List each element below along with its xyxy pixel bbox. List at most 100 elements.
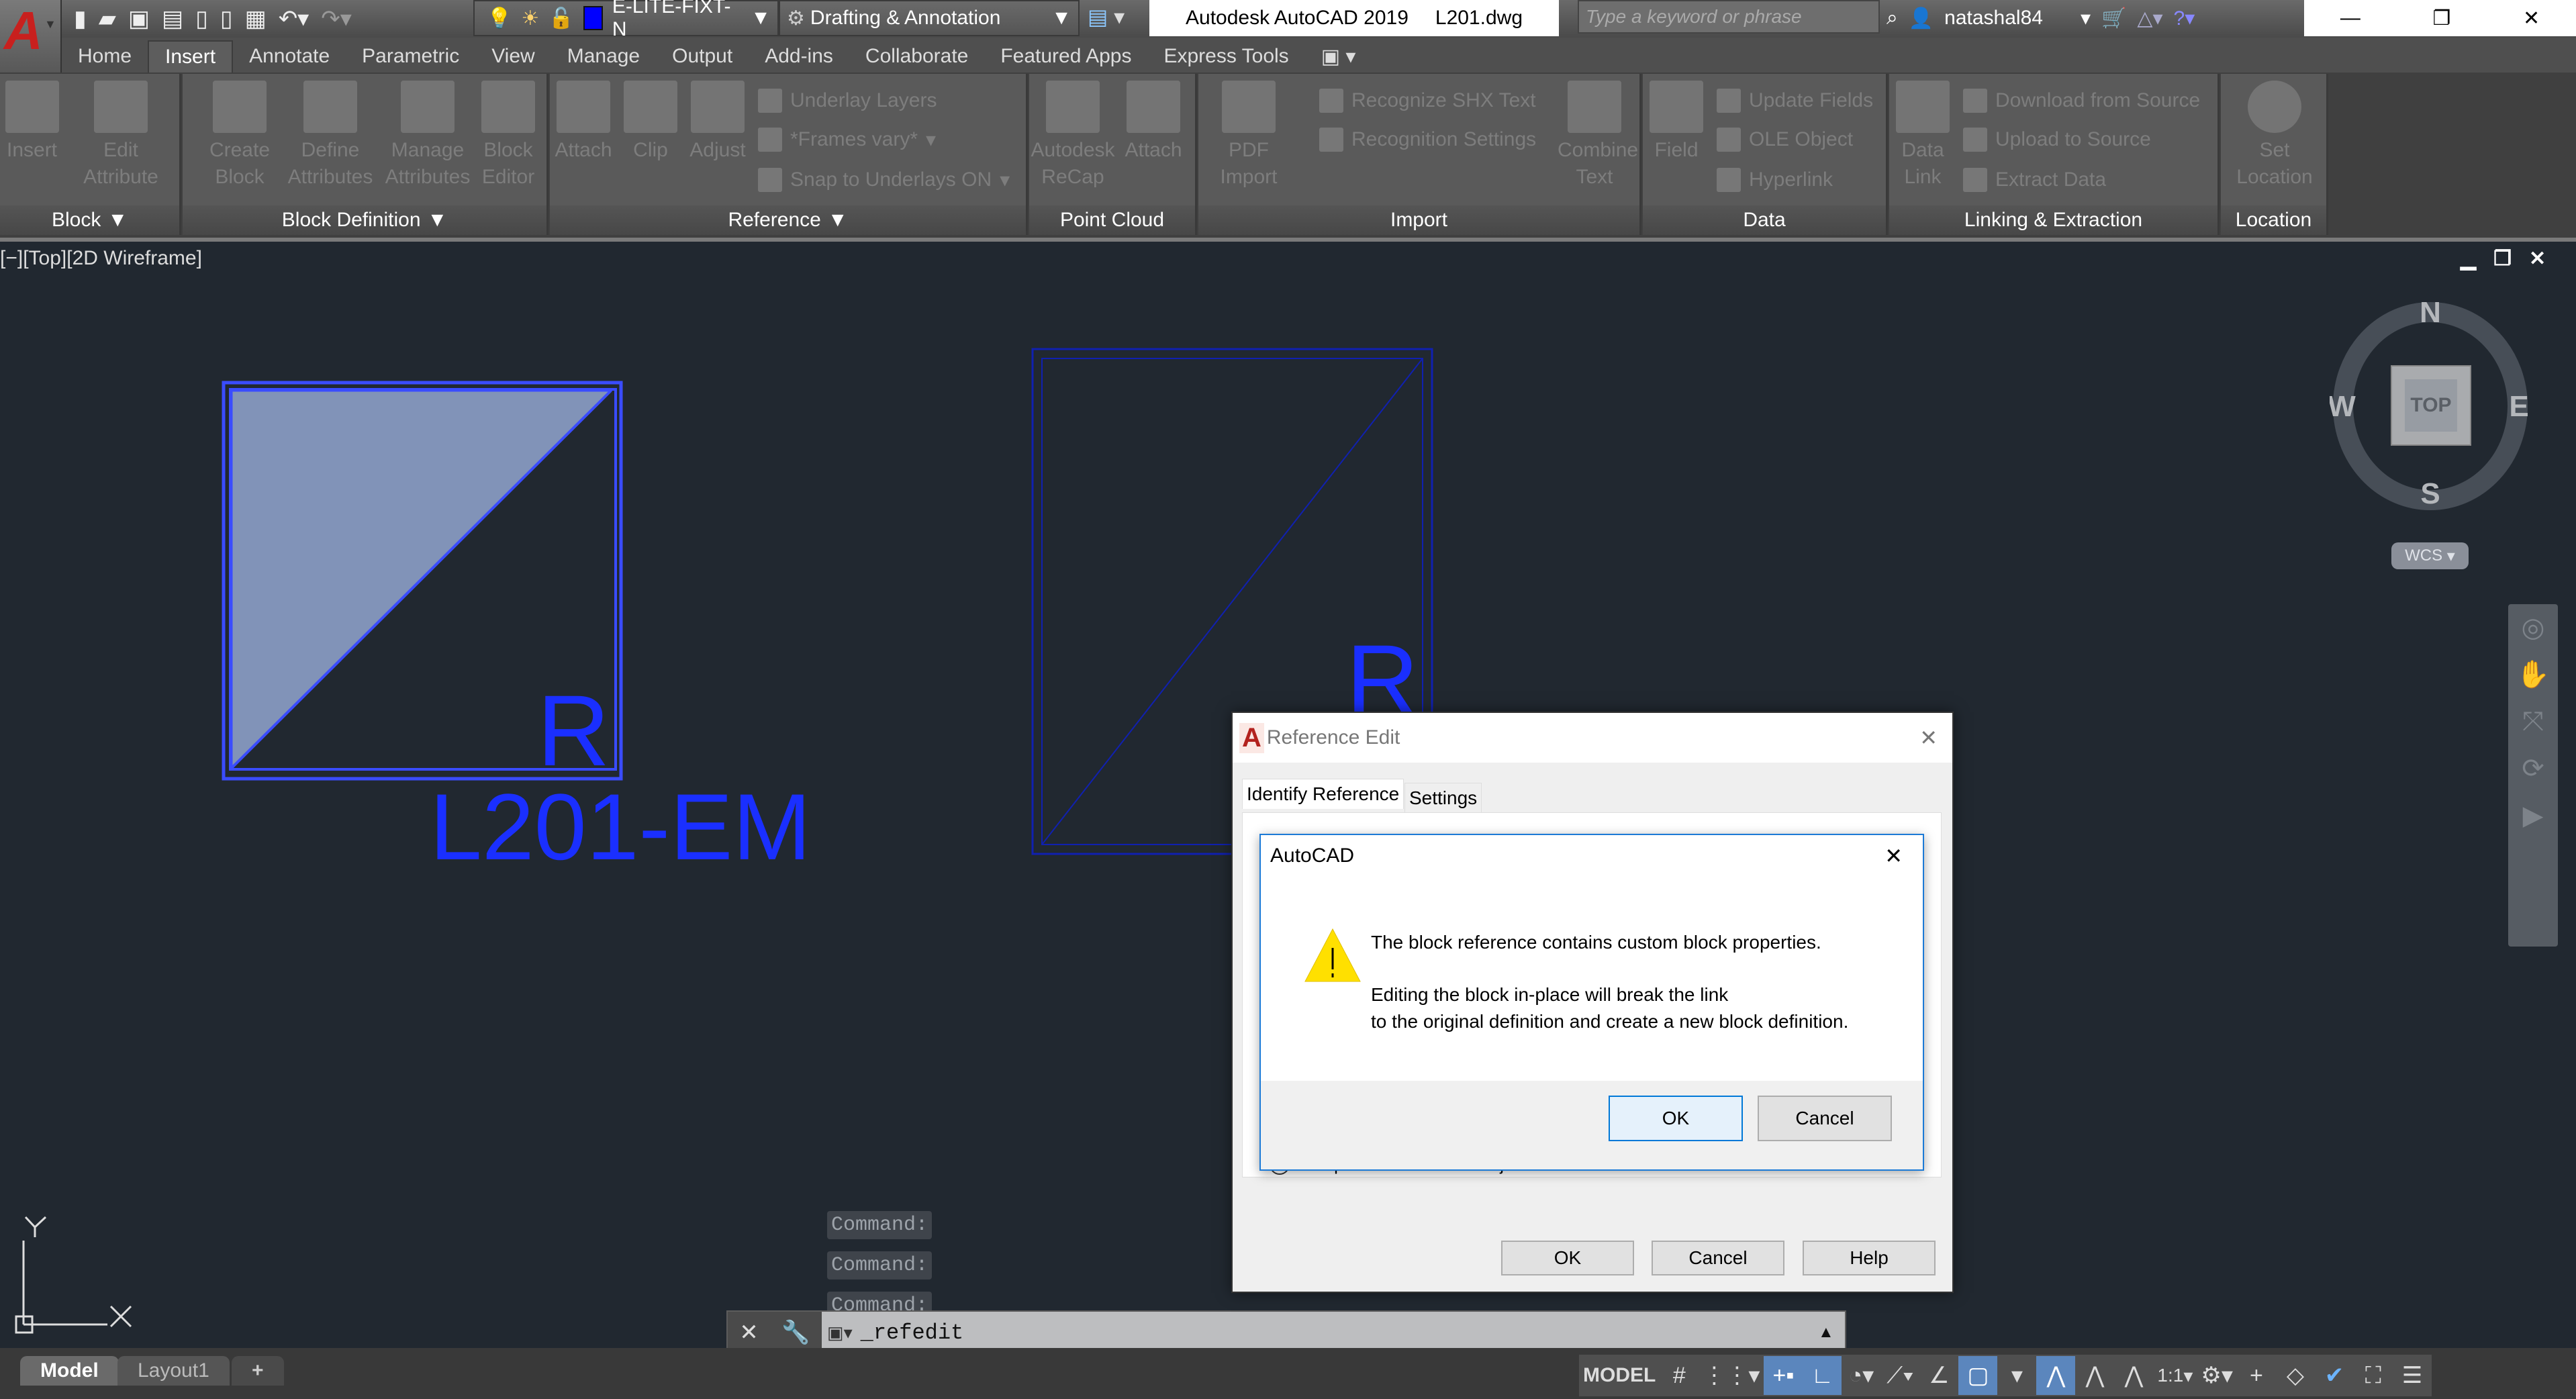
viewport-close-icon[interactable]: ✕	[2529, 247, 2546, 271]
object-snap-dropdown-icon[interactable]: ▾	[1997, 1356, 2036, 1395]
viewport-controls-label[interactable]: [−][Top][2D Wireframe]	[0, 247, 202, 270]
autodesk-recap-button[interactable]: Autodesk ReCap	[1029, 81, 1116, 191]
frames-dropdown[interactable]: *Frames vary* ▾	[758, 128, 936, 152]
extract-data-button[interactable]: Extract Data	[1963, 168, 2106, 192]
showmotion-icon[interactable]: ▶	[2508, 792, 2558, 839]
open-file-icon[interactable]: ▰	[99, 5, 116, 32]
compass-south[interactable]: S	[2420, 477, 2440, 510]
ucs-menu[interactable]: WCS ▾	[2391, 542, 2469, 569]
plot-icon[interactable]: ▦	[245, 5, 267, 32]
object-snap-icon[interactable]: ▢	[1958, 1356, 1998, 1395]
tab-annotate[interactable]: Annotate	[233, 40, 346, 73]
annotation-scale-dropdown[interactable]: 1:1 ▾	[2153, 1356, 2197, 1395]
hyperlink-button[interactable]: Hyperlink	[1717, 168, 1833, 192]
block-editor-button[interactable]: Block Editor	[478, 81, 538, 191]
viewport-restore-icon[interactable]: ❐	[2493, 247, 2512, 271]
tab-express-tools[interactable]: Express Tools	[1147, 40, 1304, 73]
isometric-icon[interactable]: ⟋▾	[1880, 1356, 1919, 1395]
command-history-toggle-icon[interactable]: ▲	[1818, 1323, 1845, 1342]
close-icon[interactable]: ✕	[1885, 843, 1903, 869]
save-icon[interactable]: ▣	[128, 5, 150, 32]
model-space-toggle[interactable]: MODEL	[1579, 1356, 1660, 1395]
help-button[interactable]: Help	[1803, 1241, 1936, 1275]
cancel-button[interactable]: Cancel	[1652, 1241, 1784, 1275]
viewcube[interactable]: TOP N S E W	[2328, 295, 2531, 510]
compass-north[interactable]: N	[2420, 296, 2441, 329]
tab-settings[interactable]: Settings	[1404, 783, 1482, 814]
application-menu-button[interactable]: A ▼	[0, 0, 62, 79]
tab-addins[interactable]: Add-ins	[749, 40, 849, 73]
close-icon[interactable]: ✕	[2523, 7, 2540, 30]
close-icon[interactable]: ✕	[1919, 725, 1938, 751]
object-snap-tracking-icon[interactable]: ∠	[1919, 1356, 1958, 1395]
customize-wrench-icon[interactable]: 🔧	[781, 1319, 810, 1346]
create-block-button[interactable]: Create Block	[203, 81, 277, 191]
recognize-shx-text-button[interactable]: Recognize SHX Text	[1319, 89, 1536, 113]
attach-button[interactable]: Attach	[550, 81, 617, 164]
tab-parametric[interactable]: Parametric	[346, 40, 475, 73]
save-as-icon[interactable]: ▤	[162, 5, 183, 32]
combine-text-button[interactable]: Combine Text	[1558, 81, 1638, 191]
tab-collaborate[interactable]: Collaborate	[849, 40, 984, 73]
ortho-icon[interactable]: ∟	[1803, 1356, 1842, 1395]
layout-tab-model[interactable]: Model	[20, 1356, 119, 1386]
customization-menu-icon[interactable]: ☰	[2393, 1356, 2432, 1395]
restore-icon[interactable]: ❐	[2432, 7, 2450, 30]
new-file-icon[interactable]: ▮	[74, 5, 87, 32]
workspace-dropdown[interactable]: ⚙ Drafting & Annotation ▼	[779, 0, 1080, 36]
panel-title-reference[interactable]: Reference ▼	[550, 205, 1026, 235]
set-location-button[interactable]: Set Location	[2228, 81, 2322, 191]
orbit-icon[interactable]: ⟳	[2508, 745, 2558, 792]
steering-wheel-icon[interactable]: ◎	[2508, 604, 2558, 651]
annotation-monitor-icon[interactable]: +	[2237, 1356, 2276, 1395]
workspace-gear-icon[interactable]: ⚙▾	[2197, 1356, 2237, 1395]
cart-icon[interactable]: 🛒	[2101, 7, 2126, 30]
tab-featured-apps[interactable]: Featured Apps	[984, 40, 1147, 73]
tab-insert[interactable]: Insert	[148, 40, 234, 73]
layout-tab-layout1[interactable]: Layout1	[117, 1356, 230, 1386]
compass-west[interactable]: W	[2328, 390, 2356, 423]
command-prompt-icon[interactable]: ▣▾	[822, 1322, 853, 1343]
unlock-icon[interactable]: 🔓	[548, 7, 573, 30]
ribbon-minimize-icon[interactable]: ▣ ▾	[1305, 40, 1372, 73]
tab-manage[interactable]: Manage	[551, 40, 656, 73]
minimize-icon[interactable]: —	[2340, 7, 2360, 30]
auto-scale-icon[interactable]: ⋀	[2075, 1356, 2114, 1395]
sun-icon[interactable]: ☀	[521, 7, 539, 30]
infer-constraints-icon[interactable]: +▪	[1764, 1356, 1803, 1395]
compass-east[interactable]: E	[2509, 390, 2528, 423]
pan-hand-icon[interactable]: ✋	[2508, 651, 2558, 698]
redo-icon[interactable]: ↷▾	[321, 5, 352, 32]
snap-underlays-dropdown[interactable]: Snap to Underlays ON ▾	[758, 168, 1010, 192]
isolate-objects-icon[interactable]: ◇	[2276, 1356, 2315, 1395]
layer-dropdown[interactable]: 💡 ☀ 🔓 E-LITE-FIXT-N ▼	[473, 0, 779, 40]
insert-button[interactable]: Insert	[0, 81, 64, 164]
edit-attribute-button[interactable]: Edit Attribute	[74, 81, 168, 191]
recognition-settings-button[interactable]: Recognition Settings	[1319, 128, 1536, 152]
data-link-button[interactable]: Data Link	[1893, 81, 1953, 191]
zoom-extents-icon[interactable]: ⤧	[2508, 698, 2558, 745]
search-input[interactable]: Type a keyword or phrase	[1578, 0, 1880, 34]
tab-view[interactable]: View	[475, 40, 551, 73]
manage-attributes-button[interactable]: Manage Attributes	[381, 81, 475, 191]
undo-icon[interactable]: ↶▾	[279, 5, 309, 32]
open-from-web-icon[interactable]: ▯	[195, 5, 208, 32]
update-fields-button[interactable]: Update Fields	[1717, 89, 1873, 113]
hardware-acceleration-icon[interactable]: ✔	[2315, 1356, 2354, 1395]
pdf-import-button[interactable]: PDF Import	[1212, 81, 1286, 191]
underlay-layers-button[interactable]: Underlay Layers	[758, 89, 937, 113]
tab-output[interactable]: Output	[656, 40, 749, 73]
autodesk-a360-icon[interactable]: △▾	[2137, 7, 2162, 30]
clean-screen-icon[interactable]: ⛶	[2354, 1356, 2393, 1395]
polar-tracking-icon[interactable]: ◔▾	[1842, 1356, 1880, 1395]
qat-customize-icon[interactable]: ▤ ▾	[1088, 4, 1125, 30]
save-to-web-icon[interactable]: ▯	[220, 5, 233, 32]
grid-icon[interactable]: #	[1660, 1356, 1699, 1395]
point-cloud-attach-button[interactable]: Attach	[1120, 81, 1187, 164]
download-from-source-button[interactable]: Download from Source	[1963, 89, 2200, 113]
selected-block-reference[interactable]: R L201-EM	[222, 381, 811, 879]
message-cancel-button[interactable]: Cancel	[1758, 1096, 1892, 1141]
panel-title-block[interactable]: Block ▼	[0, 205, 179, 235]
user-icon[interactable]: 👤	[1909, 7, 1934, 30]
ole-object-button[interactable]: OLE Object	[1717, 128, 1853, 152]
